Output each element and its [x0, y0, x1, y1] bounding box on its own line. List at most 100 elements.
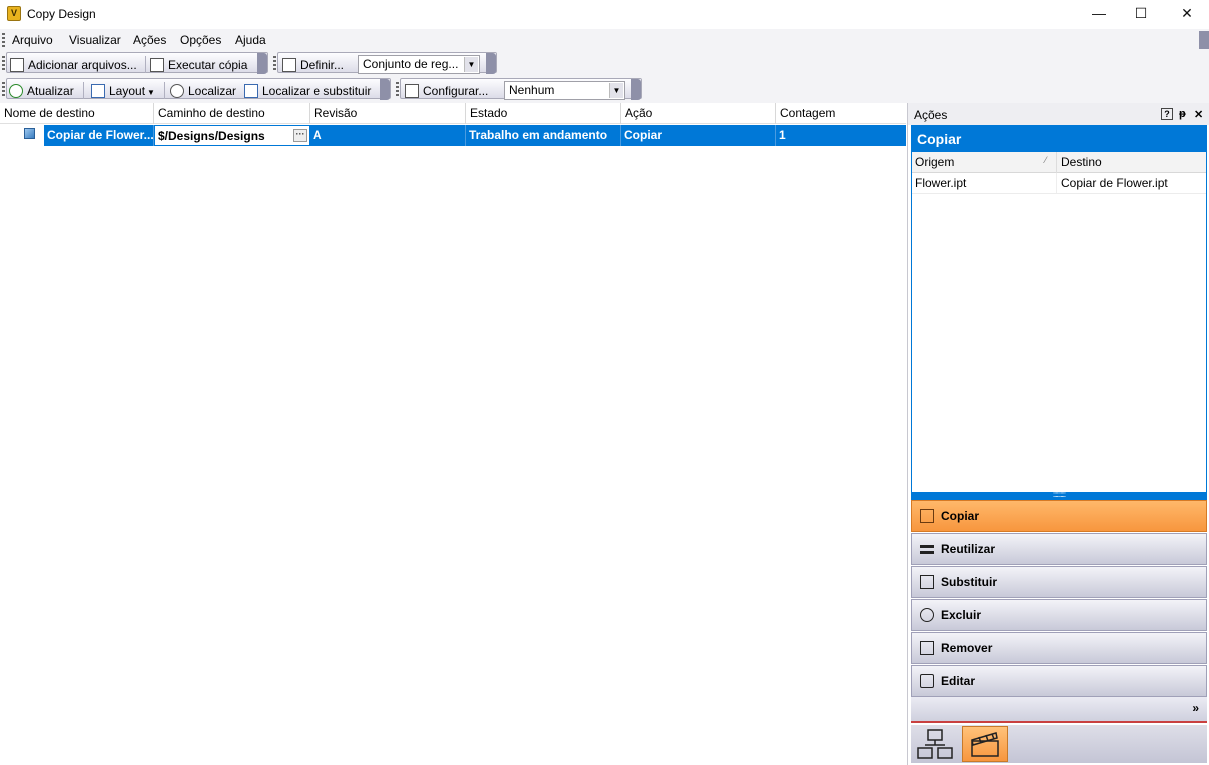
- find-button[interactable]: Localizar: [170, 82, 236, 100]
- table-row[interactable]: Copiar de Flower... $/Designs/Designs ··…: [0, 125, 906, 146]
- layout-label: Layout: [109, 84, 146, 98]
- exclude-icon: [920, 608, 934, 622]
- toolbar-view: Atualizar Layout ▼ Localizar Localizar e …: [6, 78, 391, 100]
- clapperboard-icon: [971, 732, 999, 757]
- grid-header: Nome de destino Caminho de destino Revis…: [0, 103, 906, 124]
- actions-overflow-bar: »: [911, 697, 1207, 723]
- column-header-destination[interactable]: Destino: [1058, 152, 1102, 173]
- toolbar-overflow-icon[interactable]: [257, 53, 267, 74]
- tab-actions[interactable]: [962, 726, 1008, 762]
- copy-action-label: Copiar: [941, 509, 980, 523]
- copy-icon: [920, 509, 934, 523]
- cell-action[interactable]: Copiar: [621, 125, 776, 146]
- remove-action-button[interactable]: Remover: [911, 632, 1207, 664]
- column-header-state[interactable]: Estado: [466, 103, 621, 124]
- copy-action-button[interactable]: Copiar: [911, 500, 1207, 532]
- filter-dropdown[interactable]: Nenhum ▼: [504, 81, 625, 100]
- cell-name[interactable]: Copiar de Flower...: [44, 125, 154, 146]
- origin-value: Flower.ipt: [912, 173, 1057, 193]
- toolbar-overflow-icon[interactable]: [380, 79, 390, 100]
- copy-details: Copiar Origem ⁄ Destino Flower.ipt Copia…: [911, 125, 1207, 500]
- close-panel-icon[interactable]: ✕: [1194, 108, 1203, 121]
- cell-path[interactable]: $/Designs/Designs ···: [154, 125, 310, 146]
- edit-action-button[interactable]: Editar: [911, 665, 1207, 697]
- menu-acoes[interactable]: Ações: [133, 33, 166, 47]
- add-files-button[interactable]: Adicionar arquivos...: [10, 56, 137, 74]
- destination-value: Copiar de Flower.ipt: [1061, 176, 1168, 190]
- configure-button[interactable]: Configurar...: [405, 82, 488, 100]
- menu-overflow-icon[interactable]: [1199, 31, 1209, 49]
- close-button[interactable]: ✕: [1164, 0, 1209, 29]
- add-files-label: Adicionar arquivos...: [28, 58, 137, 72]
- search-icon: [170, 84, 184, 98]
- reuse-action-button[interactable]: Reutilizar: [911, 533, 1207, 565]
- maximize-button[interactable]: ☐: [1118, 0, 1164, 29]
- menu-visualizar[interactable]: Visualizar: [69, 33, 121, 47]
- replace-action-label: Substituir: [941, 575, 997, 589]
- layout-icon: [91, 84, 105, 98]
- layout-button[interactable]: Layout ▼: [91, 82, 155, 100]
- toolbar-overflow-icon[interactable]: [486, 53, 496, 74]
- ruleset-dropdown[interactable]: Conjunto de reg... ▼: [358, 55, 480, 74]
- chevron-down-icon[interactable]: ▼: [464, 57, 478, 72]
- reuse-action-label: Reutilizar: [941, 542, 996, 556]
- list-item[interactable]: Flower.ipt Copiar de Flower.ipt: [912, 173, 1206, 194]
- cell-state[interactable]: Trabalho em andamento: [466, 125, 621, 146]
- menu-grip-icon[interactable]: [2, 33, 5, 47]
- column-header-revision[interactable]: Revisão: [310, 103, 466, 124]
- execute-copy-icon: [150, 58, 164, 72]
- define-label: Definir...: [300, 58, 345, 72]
- execute-copy-button[interactable]: Executar cópia: [150, 56, 247, 74]
- replace-icon: [920, 575, 934, 589]
- find-replace-button[interactable]: Localizar e substituir: [244, 82, 371, 100]
- menu-opcoes[interactable]: Opções: [180, 33, 221, 47]
- cell-revision[interactable]: A: [310, 125, 466, 146]
- toolbar-rules: Definir... Conjunto de reg... ▼: [277, 52, 497, 74]
- cell-count[interactable]: 1: [776, 125, 906, 146]
- column-header-name[interactable]: Nome de destino: [0, 103, 154, 124]
- menu-ajuda[interactable]: Ajuda: [235, 33, 266, 47]
- cell-path-value: $/Designs/Designs: [158, 129, 265, 143]
- toolbar-overflow-icon[interactable]: [631, 79, 641, 100]
- configure-label: Configurar...: [423, 84, 489, 98]
- define-icon: [282, 58, 296, 72]
- execute-copy-label: Executar cópia: [168, 58, 248, 72]
- filter-value: Nenhum: [509, 83, 555, 97]
- define-button[interactable]: Definir...: [282, 56, 344, 74]
- toolbar-grip-icon[interactable]: [396, 82, 399, 96]
- pin-icon[interactable]: ᵽ: [1179, 108, 1186, 120]
- toolbar-row-2: Atualizar Layout ▼ Localizar Localizar e …: [0, 75, 1209, 103]
- toolbar-config: Configurar... Nenhum ▼: [400, 78, 642, 100]
- details-header: Origem ⁄ Destino: [912, 152, 1206, 173]
- ruleset-value: Conjunto de reg...: [363, 57, 459, 71]
- app-icon: V: [7, 6, 21, 21]
- column-header-origin[interactable]: Origem: [912, 152, 1057, 173]
- browse-path-button[interactable]: ···: [293, 129, 307, 142]
- toolbar-grip-icon[interactable]: [2, 56, 5, 70]
- find-replace-icon: [244, 84, 258, 98]
- sort-icon: ⁄: [1045, 155, 1047, 165]
- add-file-icon: [10, 58, 24, 72]
- refresh-button[interactable]: Atualizar: [9, 82, 74, 100]
- edit-action-label: Editar: [941, 674, 976, 688]
- replace-action-button[interactable]: Substituir: [911, 566, 1207, 598]
- toolbar-grip-icon[interactable]: [273, 56, 276, 70]
- minimize-button[interactable]: —: [1076, 0, 1122, 29]
- menu-arquivo[interactable]: Arquivo: [12, 33, 53, 47]
- menu-bar: Arquivo Visualizar Ações Opções Ajuda: [0, 29, 1209, 50]
- view-switcher: [911, 725, 1207, 763]
- column-header-path[interactable]: Caminho de destino: [154, 103, 310, 124]
- help-icon[interactable]: ?: [1161, 108, 1173, 120]
- section-title: Copiar: [912, 126, 1206, 152]
- column-header-action[interactable]: Ação: [621, 103, 776, 124]
- toolbar-separator: [83, 82, 84, 99]
- edit-icon: [920, 674, 934, 688]
- toolbar-grip-icon[interactable]: [2, 82, 5, 96]
- tab-structure[interactable]: [913, 726, 959, 762]
- exclude-action-button[interactable]: Excluir: [911, 599, 1207, 631]
- chevron-down-icon[interactable]: »: [1192, 701, 1199, 715]
- toolbar-separator: [145, 56, 146, 73]
- chevron-down-icon[interactable]: ▼: [609, 83, 623, 98]
- column-header-count[interactable]: Contagem: [776, 103, 906, 124]
- splitter-handle[interactable]: ::::::::::: [911, 491, 1207, 500]
